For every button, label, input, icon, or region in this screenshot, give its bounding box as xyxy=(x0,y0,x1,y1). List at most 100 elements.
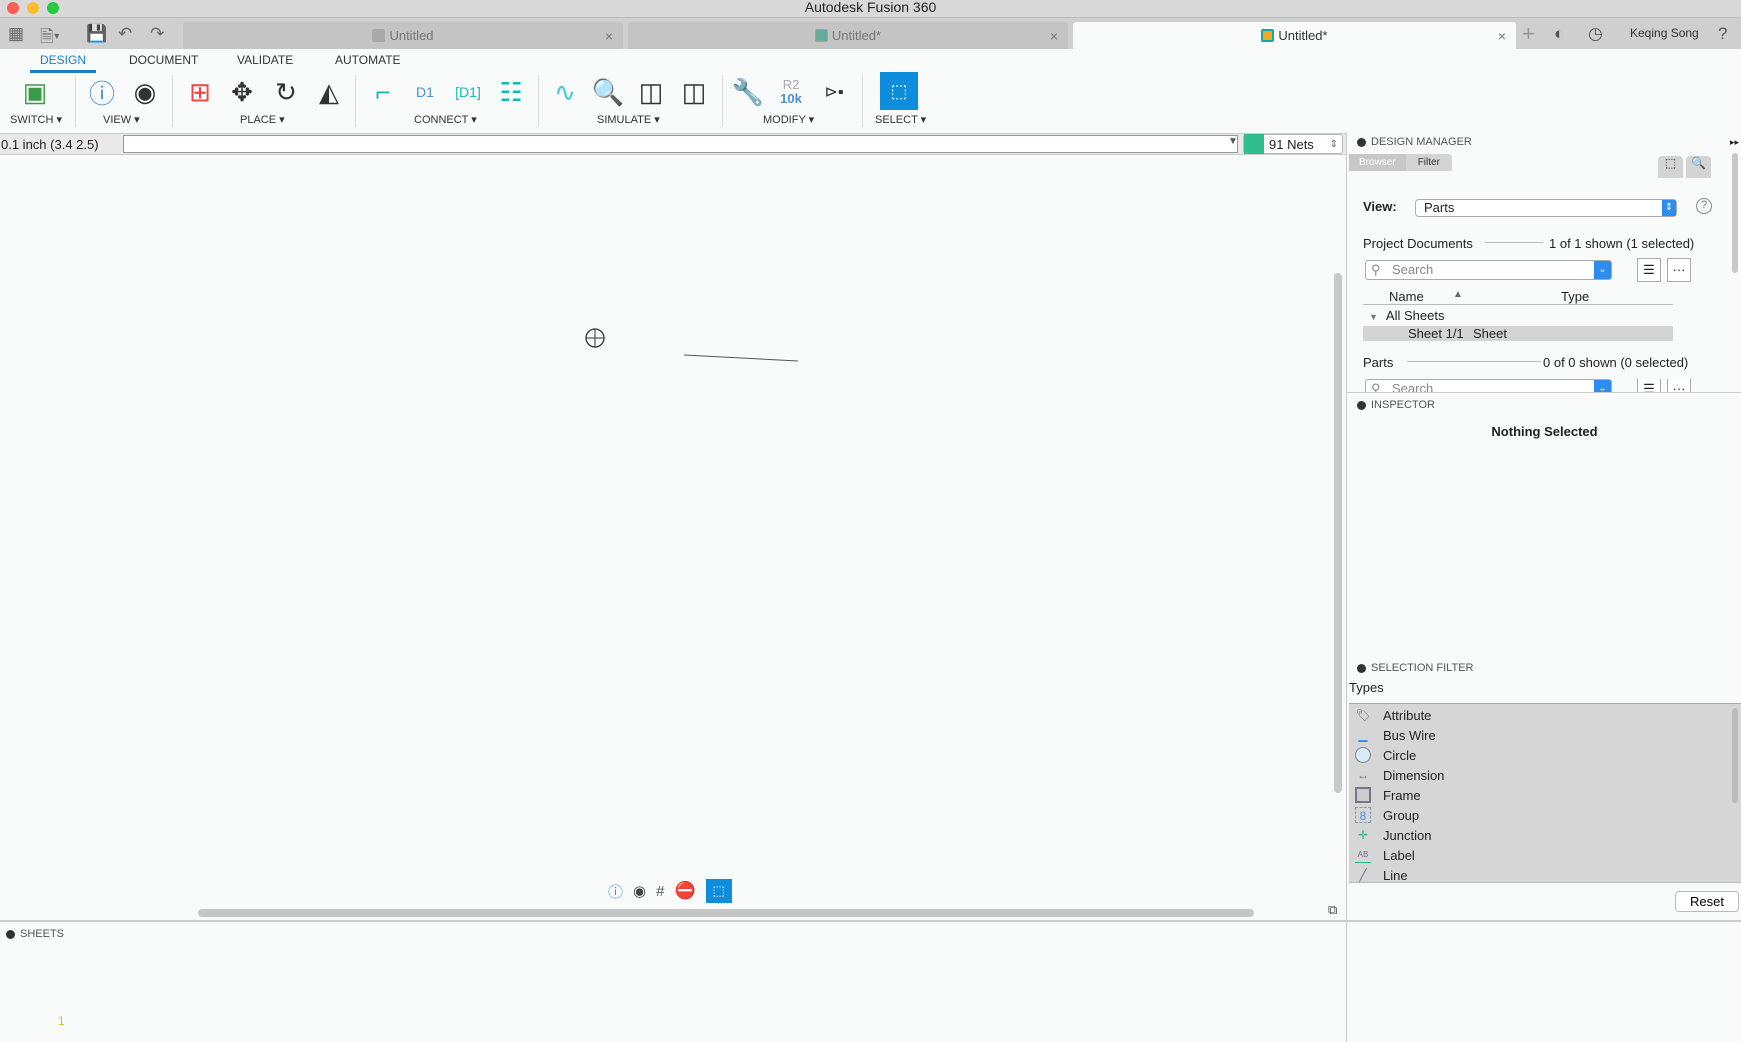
horizontal-scrollbar[interactable] xyxy=(198,909,1254,917)
redo-icon[interactable]: ↷ xyxy=(150,24,164,44)
filter-type-frame[interactable]: Frame xyxy=(1349,785,1741,805)
collapse-icon[interactable] xyxy=(1357,137,1366,147)
panel-toggle-icon[interactable]: ⧉ xyxy=(1328,902,1337,918)
vertical-scrollbar[interactable] xyxy=(1334,273,1342,793)
simulate-icon[interactable]: ∿ xyxy=(548,75,582,109)
tab-untitled-2[interactable]: Untitled* × xyxy=(628,22,1068,50)
filter-type-line[interactable]: ╱ Line xyxy=(1349,865,1741,883)
expand-triangle-icon[interactable]: ▼ xyxy=(1369,312,1378,322)
tab-untitled-1[interactable]: Untitled × xyxy=(183,22,623,50)
voltmeter-icon[interactable]: ◫ xyxy=(634,75,668,109)
wrench-icon[interactable]: 🔧 xyxy=(731,75,765,109)
user-name[interactable]: Keqing Song xyxy=(1630,26,1699,40)
project-search-input[interactable]: ⚲ Search ⌄ xyxy=(1365,260,1612,280)
tab-untitled-3[interactable]: Untitled* × xyxy=(1073,22,1516,50)
filter-type-group[interactable]: 8 Group xyxy=(1349,805,1741,825)
collapse-icon[interactable] xyxy=(1357,400,1366,410)
tab-validate[interactable]: VALIDATE xyxy=(237,53,293,67)
add-part-icon[interactable]: ⊞ xyxy=(183,75,217,109)
group-switch[interactable]: SWITCH ▾ xyxy=(10,113,62,126)
rotate-icon[interactable]: ↻ xyxy=(269,75,303,109)
dropdown-icon[interactable]: ⌄ xyxy=(1594,380,1611,392)
tab-filter[interactable]: Filter xyxy=(1406,154,1452,171)
close-tab-icon[interactable]: × xyxy=(605,22,613,50)
label-icon[interactable]: [D1] xyxy=(451,75,485,109)
close-window-button[interactable] xyxy=(7,2,19,14)
nets-selector[interactable]: 91 Nets ⇕ xyxy=(1243,134,1343,154)
group-simulate[interactable]: SIMULATE ▾ xyxy=(597,113,660,126)
info-icon[interactable]: ⓘ xyxy=(608,881,623,902)
list-options-icon[interactable]: ☰ xyxy=(1637,379,1661,392)
column-name[interactable]: Name xyxy=(1389,289,1424,304)
stop-icon[interactable]: ⛔ xyxy=(674,881,695,901)
tab-automate[interactable]: AUTOMATE xyxy=(335,53,401,67)
pin-swap-icon[interactable]: ☷ xyxy=(494,75,528,109)
eye-icon[interactable]: ◉ xyxy=(128,75,162,109)
command-input[interactable] xyxy=(123,135,1238,153)
tab-browser[interactable]: Browser xyxy=(1349,154,1406,171)
job-status-icon[interactable]: ◐ xyxy=(1554,24,1564,44)
close-tab-icon[interactable]: × xyxy=(1050,22,1058,50)
stepper-icon[interactable]: ⇕ xyxy=(1330,139,1338,150)
select-in-canvas-icon[interactable]: ⬚ xyxy=(1658,156,1683,178)
inspector-header[interactable]: INSPECTOR xyxy=(1357,399,1435,411)
parts-search-input[interactable]: ⚲ Search ⌄ xyxy=(1365,379,1612,392)
collapse-icon[interactable] xyxy=(6,929,15,939)
info-icon[interactable]: ⓘ xyxy=(85,75,119,109)
types-list[interactable]: 🏷 Attribute ▁ Bus Wire Circle ↔ Dimension F… xyxy=(1349,703,1741,883)
group-modify[interactable]: MODIFY ▾ xyxy=(763,113,814,126)
maximize-window-button[interactable] xyxy=(47,2,59,14)
more-icon[interactable]: ··· xyxy=(1667,258,1691,282)
tab-document[interactable]: DOCUMENT xyxy=(129,53,198,67)
value-icon[interactable]: R2 10k xyxy=(774,75,808,109)
smash-icon[interactable]: ⊳▪ xyxy=(817,75,851,109)
column-type[interactable]: Type xyxy=(1561,289,1589,304)
probe-icon[interactable]: 🔍 xyxy=(591,75,625,109)
reset-button[interactable]: Reset xyxy=(1675,891,1739,912)
collapse-icon[interactable] xyxy=(1357,663,1366,673)
name-icon[interactable]: D1 xyxy=(408,75,442,109)
filter-type-junction[interactable]: ✛ Junction xyxy=(1349,825,1741,845)
grid-icon[interactable]: # xyxy=(656,883,664,900)
design-manager-header[interactable]: DESIGN MANAGER xyxy=(1357,136,1472,148)
new-tab-icon[interactable]: + xyxy=(1522,21,1535,47)
close-tab-icon[interactable]: × xyxy=(1498,22,1506,50)
selection-filter-header[interactable]: SELECTION FILTER xyxy=(1357,662,1473,674)
expand-icon[interactable]: ▸▸ xyxy=(1730,137,1739,148)
view-select[interactable]: Parts ⇕ xyxy=(1415,199,1677,217)
command-history-icon[interactable]: ▼ xyxy=(1228,136,1238,147)
filter-type-label[interactable]: AB Label xyxy=(1349,845,1741,865)
select-icon[interactable]: ⬚ xyxy=(705,879,732,903)
dm-scrollbar[interactable] xyxy=(1732,153,1738,273)
sheet-thumbnail-1[interactable]: 1 xyxy=(58,1014,65,1028)
more-icon[interactable]: ··· xyxy=(1667,379,1691,392)
minimize-window-button[interactable] xyxy=(27,2,39,14)
move-icon[interactable]: ✥ xyxy=(225,75,259,109)
sheets-header[interactable]: SHEETS xyxy=(6,928,64,940)
filter-type-dimension[interactable]: ↔ Dimension xyxy=(1349,765,1741,785)
save-icon[interactable]: 💾 xyxy=(86,24,107,44)
types-scrollbar[interactable] xyxy=(1732,708,1738,803)
filter-type-circle[interactable]: Circle xyxy=(1349,745,1741,765)
group-select[interactable]: SELECT ▾ xyxy=(875,113,926,126)
group-connect[interactable]: CONNECT ▾ xyxy=(414,113,477,126)
switch-board-icon[interactable]: ▣ xyxy=(18,75,52,109)
filter-type-attribute[interactable]: 🏷 Attribute xyxy=(1349,705,1741,725)
help-icon[interactable]: ? xyxy=(1696,198,1712,214)
list-options-icon[interactable]: ☰ xyxy=(1637,258,1661,282)
eye-icon[interactable]: ◉ xyxy=(633,882,646,900)
undo-icon[interactable]: ↶ xyxy=(118,24,132,44)
net-icon[interactable]: ⌐ xyxy=(366,75,400,109)
app-grid-icon[interactable]: ▦ xyxy=(8,24,24,44)
help-icon[interactable]: ? xyxy=(1718,24,1727,44)
group-view[interactable]: VIEW ▾ xyxy=(103,113,140,126)
table-row[interactable]: Sheet 1/1 Sheet xyxy=(1363,326,1673,341)
clock-icon[interactable]: ◷ xyxy=(1588,24,1603,44)
group-place[interactable]: PLACE ▾ xyxy=(240,113,285,126)
mirror-icon[interactable]: ◭ xyxy=(312,75,346,109)
tab-design[interactable]: DESIGN xyxy=(30,53,97,73)
filter-type-bus-wire[interactable]: ▁ Bus Wire xyxy=(1349,725,1741,745)
dropdown-icon[interactable]: ⌄ xyxy=(1594,261,1611,279)
zoom-to-icon[interactable]: 🔍 xyxy=(1686,156,1711,178)
tree-group[interactable]: ▼ All Sheets xyxy=(1369,308,1444,323)
